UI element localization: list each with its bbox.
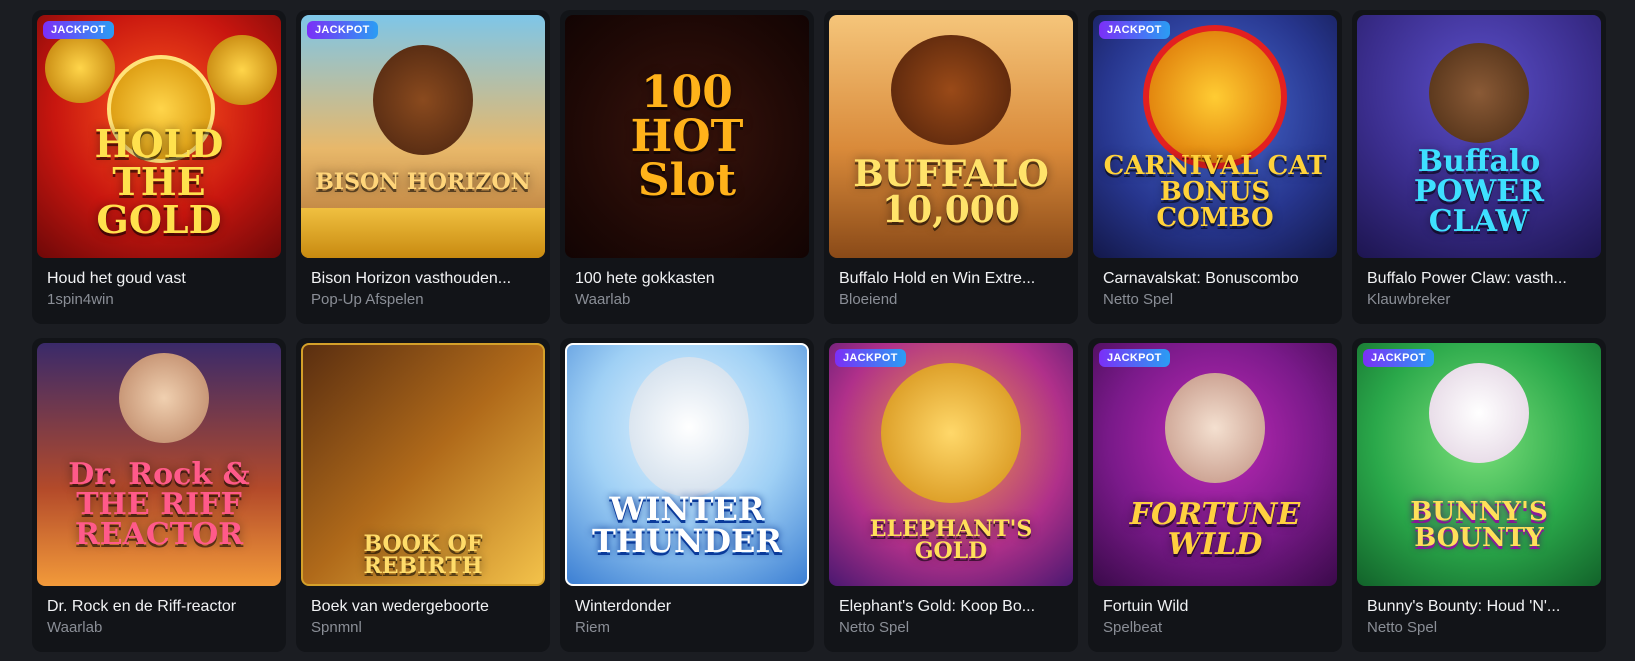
game-logo: 100 HOT Slot [630, 66, 744, 206]
game-title[interactable]: Buffalo Power Claw: vasth... [1367, 270, 1595, 288]
game-thumbnail[interactable]: JACKPOT HOLD THE GOLD [37, 15, 281, 258]
game-title[interactable]: Buffalo Hold en Win Extre... [839, 270, 1067, 288]
jackpot-badge: JACKPOT [1363, 349, 1434, 367]
game-card[interactable]: BOOK OF REBIRTH Boek van wedergeboorte S… [296, 338, 550, 652]
game-card[interactable]: 100 HOT Slot 100 hete gokkasten Waarlab [560, 10, 814, 324]
game-logo: FORTUNE WILD [1129, 496, 1301, 562]
game-provider: Klauwbreker [1367, 291, 1451, 308]
game-logo: HOLD THE GOLD [94, 120, 224, 242]
game-title[interactable]: Fortuin Wild [1103, 598, 1331, 616]
game-provider: Pop-Up Afspelen [311, 291, 424, 308]
game-thumbnail[interactable]: JACKPOT CARNIVAL CAT BONUS COMBO [1093, 15, 1337, 258]
jackpot-badge: JACKPOT [43, 21, 114, 39]
game-thumbnail[interactable]: BOOK OF REBIRTH [301, 343, 545, 586]
game-title[interactable]: Bison Horizon vasthouden... [311, 270, 539, 288]
game-provider: Waarlab [47, 619, 103, 636]
game-card[interactable]: JACKPOT ELEPHANT'S GOLD Elephant's Gold:… [824, 338, 1078, 652]
game-card[interactable]: JACKPOT BISON HORIZON Bison Horizon vast… [296, 10, 550, 324]
thumbnail-art [301, 15, 545, 258]
game-grid: JACKPOT HOLD THE GOLD Houd het goud vast… [32, 10, 1606, 652]
game-card[interactable]: BUFFALO 10,000 Buffalo Hold en Win Extre… [824, 10, 1078, 324]
jackpot-badge: JACKPOT [1099, 349, 1170, 367]
game-card[interactable]: WINTER THUNDER Winterdonder Riem [560, 338, 814, 652]
game-logo: BUFFALO 10,000 [853, 152, 1049, 231]
game-thumbnail[interactable]: JACKPOT FORTUNE WILD [1093, 343, 1337, 586]
game-logo: Buffalo POWER CLAW [1413, 143, 1545, 239]
jackpot-badge: JACKPOT [1099, 21, 1170, 39]
jackpot-badge: JACKPOT [835, 349, 906, 367]
game-logo: Dr. Rock & THE RIFF REACTOR [68, 456, 250, 552]
game-title[interactable]: Elephant's Gold: Koop Bo... [839, 598, 1067, 616]
game-logo: BOOK OF REBIRTH [363, 530, 483, 579]
game-provider: 1spin4win [47, 291, 114, 308]
game-card[interactable]: JACKPOT FORTUNE WILD Fortuin Wild Spelbe… [1088, 338, 1342, 652]
game-logo: BUNNY'S BOUNTY [1410, 496, 1548, 553]
game-provider: Bloeiend [839, 291, 898, 308]
game-card[interactable]: JACKPOT CARNIVAL CAT BONUS COMBO Carnava… [1088, 10, 1342, 324]
game-logo: BISON HORIZON [315, 168, 531, 195]
game-thumbnail[interactable]: BUFFALO 10,000 [829, 15, 1073, 258]
game-thumbnail[interactable]: Dr. Rock & THE RIFF REACTOR [37, 343, 281, 586]
game-title[interactable]: Bunny's Bounty: Houd 'N'... [1367, 598, 1595, 616]
game-card[interactable]: Buffalo POWER CLAW Buffalo Power Claw: v… [1352, 10, 1606, 324]
game-thumbnail[interactable]: JACKPOT BUNNY'S BOUNTY [1357, 343, 1601, 586]
game-provider: Waarlab [575, 291, 631, 308]
game-title[interactable]: Houd het goud vast [47, 270, 275, 288]
game-provider: Netto Spel [1103, 291, 1174, 308]
game-provider: Riem [575, 619, 611, 636]
game-provider: Spnmnl [311, 619, 362, 636]
jackpot-badge: JACKPOT [307, 21, 378, 39]
game-provider: Netto Spel [839, 619, 910, 636]
game-logo: ELEPHANT'S GOLD [869, 515, 1033, 564]
game-provider: Netto Spel [1367, 619, 1438, 636]
game-card[interactable]: JACKPOT HOLD THE GOLD Houd het goud vast… [32, 10, 286, 324]
game-thumbnail[interactable]: 100 HOT Slot [565, 15, 809, 258]
game-thumbnail[interactable]: WINTER THUNDER [565, 343, 809, 586]
game-title[interactable]: Carnavalskat: Bonuscombo [1103, 270, 1331, 288]
game-title[interactable]: Winterdonder [575, 598, 803, 616]
game-card[interactable]: JACKPOT BUNNY'S BOUNTY Bunny's Bounty: H… [1352, 338, 1606, 652]
game-title[interactable]: 100 hete gokkasten [575, 270, 803, 288]
game-thumbnail[interactable]: JACKPOT BISON HORIZON [301, 15, 545, 258]
game-provider: Spelbeat [1103, 619, 1163, 636]
game-logo: CARNIVAL CAT BONUS COMBO [1103, 150, 1327, 233]
game-card[interactable]: Dr. Rock & THE RIFF REACTOR Dr. Rock en … [32, 338, 286, 652]
game-logo: WINTER THUNDER [592, 489, 782, 560]
game-title[interactable]: Boek van wedergeboorte [311, 598, 539, 616]
game-thumbnail[interactable]: Buffalo POWER CLAW [1357, 15, 1601, 258]
game-title[interactable]: Dr. Rock en de Riff-reactor [47, 598, 275, 616]
game-thumbnail[interactable]: JACKPOT ELEPHANT'S GOLD [829, 343, 1073, 586]
